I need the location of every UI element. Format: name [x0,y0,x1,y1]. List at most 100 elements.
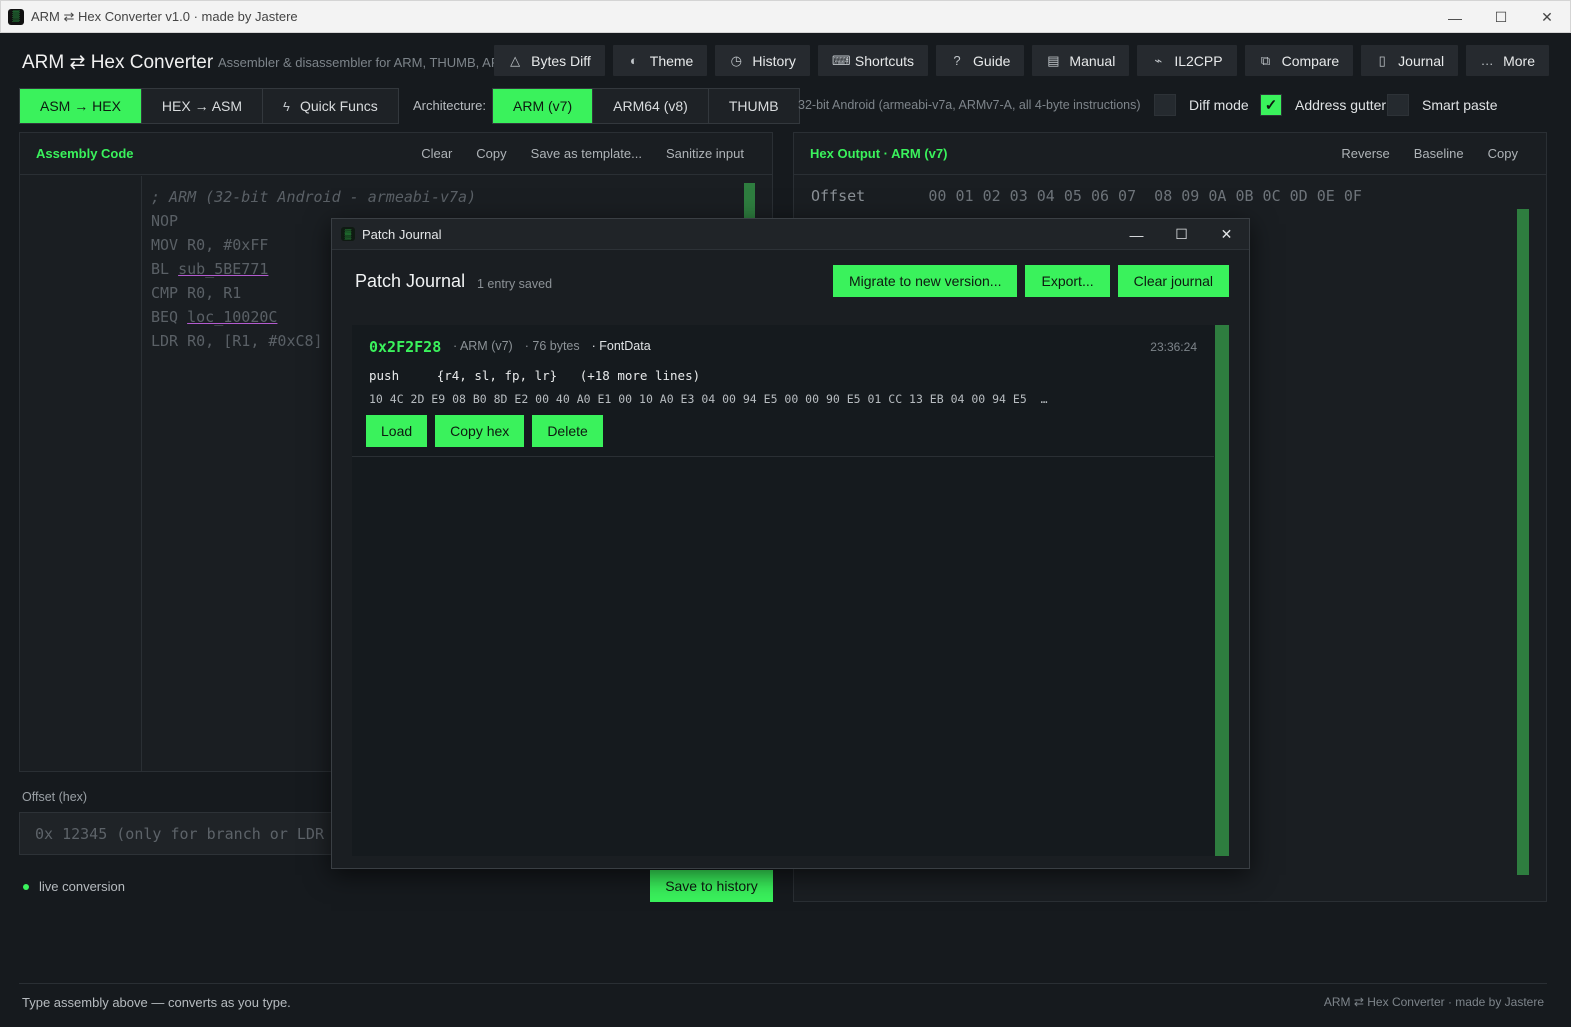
asm-clear-button[interactable]: Clear [409,146,464,161]
il2cpp-button[interactable]: ⌁ IL2CPP [1137,45,1237,76]
architecture-label: Architecture: [413,98,486,113]
journal-entry-count: 1 entry saved [477,277,553,291]
code-text: MOV R0, #0xFF [151,236,269,254]
asm-save-template-button[interactable]: Save as template... [519,146,654,161]
address-gutter-label: Address gutter [1295,97,1387,113]
migrate-button[interactable]: Migrate to new version... [832,265,1018,297]
patch-journal-dialog: ▒ Patch Journal — ☐ ✕ Patch Journal 1 en… [331,218,1250,869]
bytes-diff-icon: △ [510,52,521,68]
journal-button[interactable]: ▯ Journal [1361,45,1459,76]
toolbar-label: Bytes Diff [531,52,591,69]
hex-panel-title: Hex Output · ARM (v7) [810,146,948,161]
code-text: CMP R0, R1 [151,284,242,302]
arch-arm-v7-tab[interactable]: ARM (v7) [493,89,594,123]
diff-mode-box [1154,94,1176,116]
address-gutter [20,176,142,771]
status-bar: Type assembly above — converts as you ty… [19,983,1547,1023]
live-conversion-label: live conversion [39,879,125,894]
ellipsis-icon: … [1480,53,1494,68]
address-gutter-checkbox[interactable]: ✓ Address gutter [1260,94,1386,116]
toolbar-label: More [1503,52,1535,69]
entry-copy-hex-button[interactable]: Copy hex [435,415,525,447]
clear-journal-button[interactable]: Clear journal [1117,265,1229,297]
save-to-history-button[interactable]: Save to history [650,870,773,902]
journal-icon: ▯ [1378,52,1386,68]
entry-time: 23:36:24 [1150,340,1197,354]
symbol-reference[interactable]: loc_10020C [187,308,277,326]
minimize-button[interactable]: — [1432,1,1478,34]
question-icon: ? [953,53,961,68]
hex-copy-button[interactable]: Copy [1476,146,1530,161]
mode-quick-funcs-tab[interactable]: ϟ Quick Funcs [263,89,398,123]
app-title: ARM ⇄ Hex Converter [22,52,214,73]
export-button[interactable]: Export... [1025,265,1110,297]
dialog-titlebar: ▒ Patch Journal — ☐ ✕ [332,219,1249,250]
theme-button[interactable]: ◐ Theme [612,45,708,76]
diff-mode-label: Diff mode [1189,97,1249,113]
lightning-icon: ϟ [283,98,290,114]
toolbar: △ Bytes Diff ◐ Theme ◷ History ⌨ Shortcuts? Guid… [494,45,1549,76]
mode-selector: ASM → HEX HEX → ASM ϟ Quick Funcs [19,88,399,124]
more-button[interactable]: … More [1466,45,1549,76]
history-button[interactable]: ◷ History [715,45,810,76]
asm-sanitize-button[interactable]: Sanitize input [654,146,756,161]
hex-reverse-button[interactable]: Reverse [1329,146,1401,161]
window-titlebar: ▒ ARM ⇄ Hex Converter v1.0 · made by Jas… [0,0,1571,33]
compare-icon: ⧉ [1260,52,1271,68]
close-button[interactable]: ✕ [1524,1,1570,34]
hex-baseline-button[interactable]: Baseline [1402,146,1476,161]
journal-entry-list: 0x2F2F28 · ARM (v7) · 76 bytes · FontDat… [352,325,1229,856]
toolbar-label: Guide [973,52,1011,69]
dialog-minimize-button[interactable]: — [1114,219,1159,250]
toolbar-label: Theme [649,52,694,69]
journal-scrollbar[interactable] [1215,325,1229,856]
offset-input[interactable]: 0x 12345 (only for branch or LDR [19,812,349,855]
entry-delete-button[interactable]: Delete [532,415,603,447]
arch-thumb-tab[interactable]: THUMB [709,89,799,123]
keyboard-icon: ⌨ [831,52,851,68]
asm-scrollbar[interactable] [744,183,755,221]
mode-row: ASM → HEX HEX → ASM ϟ Quick Funcs Archit… [19,88,1559,124]
hex-scrollbar[interactable] [1517,209,1529,875]
entry-address: 0x2F2F28 [369,338,442,356]
code-line: ; ARM (32-bit Android - armeabi-v7a) [151,185,476,209]
app-header: ARM ⇄ Hex Converter Assembler & disassem… [0,33,1571,91]
dialog-window-title: Patch Journal [362,226,442,242]
guide-button[interactable]: ? Guide [936,45,1025,76]
symbol-reference[interactable]: sub_5BE771 [178,260,268,278]
dialog-close-button[interactable]: ✕ [1204,219,1249,250]
dialog-maximize-button[interactable]: ☐ [1159,219,1204,250]
entry-arch: · ARM (v7) [453,339,513,353]
smart-paste-checkbox[interactable]: Smart paste [1387,94,1497,116]
entry-size: · 76 bytes [524,339,580,353]
code-text: ; ARM (32-bit Android - armeabi-v7a) [151,188,477,206]
architecture-selector: ARM (v7) ARM64 (v8) THUMB [492,88,800,124]
toolbar-label: Shortcuts [854,52,915,69]
palette-icon: ◐ [629,53,638,68]
status-hint: Type assembly above — converts as you ty… [22,995,291,1010]
app-icon: ▒ [341,227,355,241]
app-icon: ▒ [8,8,24,25]
mode-asm-to-hex-tab[interactable]: ASM → HEX [20,89,142,123]
entry-hex-preview: 10 4C 2D E9 08 B0 8D E2 00 40 A0 E1 00 1… [369,392,1048,406]
entry-name: · FontData [591,339,651,353]
toolbar-label: Journal [1398,52,1445,69]
clock-icon: ◷ [730,52,743,68]
maximize-button[interactable]: ☐ [1478,1,1524,34]
byte-column-labels: 00 01 02 03 04 05 06 07 08 09 0A 0B 0C 0… [928,187,1362,205]
code-text: LDR R0, [R1, #0xC8] [151,332,323,350]
book-icon: ▤ [1047,52,1060,68]
toolbar-label: History [752,52,796,69]
smart-paste-box [1387,94,1409,116]
mode-hex-to-asm-tab[interactable]: HEX → ASM [142,89,264,123]
window-title: ARM ⇄ Hex Converter v1.0 · made by Jaste… [31,8,298,24]
code-text: NOP [151,212,179,230]
compare-button[interactable]: ⧉ Compare [1244,45,1354,76]
shortcuts-button[interactable]: ⌨ Shortcuts [817,45,929,76]
arch-arm64-v8-tab[interactable]: ARM64 (v8) [593,89,709,123]
entry-load-button[interactable]: Load [366,415,428,447]
bytes-diff-button[interactable]: △ Bytes Diff [494,45,605,76]
diff-mode-checkbox[interactable]: Diff mode [1154,94,1249,116]
asm-copy-button[interactable]: Copy [464,146,518,161]
manual-button[interactable]: ▤ Manual [1032,45,1130,76]
